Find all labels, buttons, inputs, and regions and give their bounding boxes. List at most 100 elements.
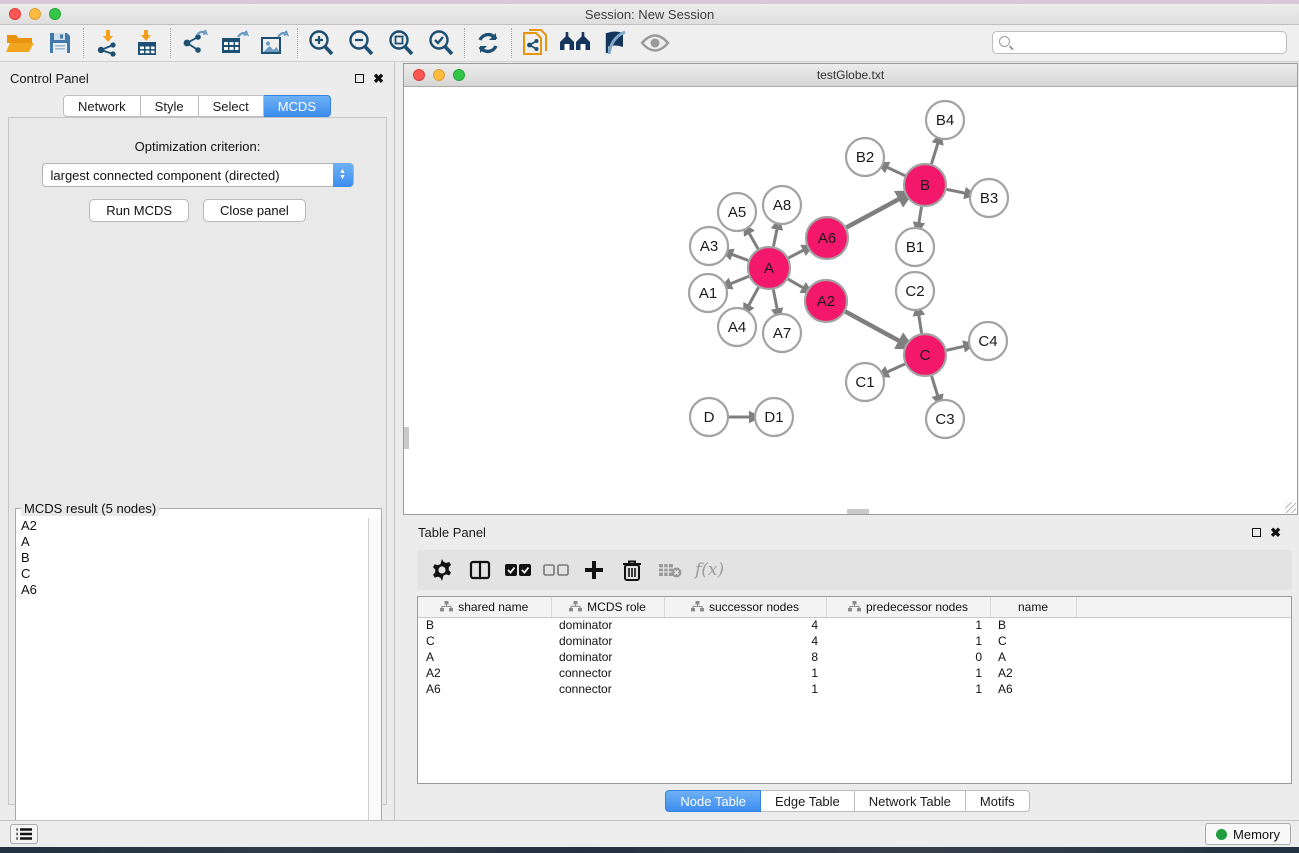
- column-settings-button[interactable]: [429, 557, 455, 583]
- column-header-name[interactable]: name: [990, 597, 1076, 617]
- table-row[interactable]: A2connector11A2: [418, 665, 1291, 681]
- table-cell[interactable]: A: [418, 649, 551, 665]
- select-all-button[interactable]: [505, 557, 531, 583]
- tab-mcds[interactable]: MCDS: [264, 95, 331, 117]
- table-cell[interactable]: 1: [664, 681, 826, 697]
- table-cell[interactable]: B: [418, 617, 551, 633]
- deselect-all-button[interactable]: [543, 557, 569, 583]
- tab-network-table[interactable]: Network Table: [855, 790, 966, 812]
- show-graphics-details-button[interactable]: [635, 26, 675, 60]
- tab-select[interactable]: Select: [199, 95, 264, 117]
- task-history-button[interactable]: [10, 824, 38, 844]
- table-cell[interactable]: connector: [551, 665, 664, 681]
- edge-B-B2[interactable]: [887, 167, 905, 176]
- run-mcds-button[interactable]: Run MCDS: [89, 199, 189, 222]
- edge-A-A7[interactable]: [773, 290, 777, 310]
- table-cell[interactable]: 8: [664, 649, 826, 665]
- node-table[interactable]: shared nameMCDS rolesuccessor nodesprede…: [417, 596, 1292, 784]
- edge-A-A8[interactable]: [773, 228, 777, 246]
- table-cell[interactable]: 1: [826, 633, 990, 649]
- canvas-vertical-scroll-thumb[interactable]: [404, 427, 409, 449]
- zoom-out-button[interactable]: [341, 26, 381, 60]
- result-item[interactable]: A2: [21, 518, 367, 534]
- network-window-titlebar[interactable]: testGlobe.txt: [404, 64, 1297, 87]
- table-cell[interactable]: 0: [826, 649, 990, 665]
- table-cell[interactable]: 4: [664, 633, 826, 649]
- edge-C-C3[interactable]: [932, 376, 938, 396]
- export-image-button[interactable]: [254, 26, 294, 60]
- table-cell[interactable]: dominator: [551, 633, 664, 649]
- edge-A2-C[interactable]: [845, 312, 900, 342]
- apply-layout-button[interactable]: [468, 26, 508, 60]
- export-table-button[interactable]: [214, 26, 254, 60]
- table-cell[interactable]: 4: [664, 617, 826, 633]
- tab-motifs[interactable]: Motifs: [966, 790, 1030, 812]
- search-input[interactable]: [992, 31, 1287, 54]
- table-cell[interactable]: dominator: [551, 617, 664, 633]
- column-header-MCDS-role[interactable]: MCDS role: [551, 597, 664, 617]
- network-graph[interactable]: B4B2BB3A5A8A6A3B1AC2A1A2A4A7CC4C1C3DD1: [404, 87, 1297, 514]
- table-cell[interactable]: 1: [826, 681, 990, 697]
- export-network-button[interactable]: [174, 26, 214, 60]
- create-column-button[interactable]: [581, 557, 607, 583]
- column-header-successor-nodes[interactable]: successor nodes: [664, 597, 826, 617]
- edge-C-C4[interactable]: [946, 346, 964, 350]
- memory-button[interactable]: Memory: [1205, 823, 1291, 845]
- save-session-button[interactable]: [40, 26, 80, 60]
- table-cell[interactable]: 1: [826, 617, 990, 633]
- network-canvas[interactable]: B4B2BB3A5A8A6A3B1AC2A1A2A4A7CC4C1C3DD1: [404, 87, 1297, 514]
- mcds-result-list[interactable]: A2ABCA6: [17, 518, 367, 851]
- float-panel-icon[interactable]: [355, 74, 364, 83]
- column-header-shared-name[interactable]: shared name: [418, 597, 551, 617]
- result-list-scrollbar[interactable]: [368, 518, 381, 851]
- first-neighbors-button[interactable]: [555, 26, 595, 60]
- close-panel-icon[interactable]: ✖: [373, 72, 384, 85]
- close-table-panel-icon[interactable]: ✖: [1270, 526, 1281, 539]
- edge-A-A1[interactable]: [730, 276, 749, 284]
- edge-B-B3[interactable]: [947, 189, 966, 193]
- table-row[interactable]: Cdominator41C: [418, 633, 1291, 649]
- toggle-split-view-button[interactable]: [467, 557, 493, 583]
- zoom-selected-button[interactable]: [421, 26, 461, 60]
- open-file-button[interactable]: [0, 26, 40, 60]
- new-network-from-selection-button[interactable]: [515, 26, 555, 60]
- edge-C-C2[interactable]: [919, 315, 922, 334]
- table-cell[interactable]: dominator: [551, 649, 664, 665]
- table-cell[interactable]: A: [990, 649, 1076, 665]
- table-cell[interactable]: A6: [990, 681, 1076, 697]
- tab-style[interactable]: Style: [141, 95, 199, 117]
- table-cell[interactable]: 1: [664, 665, 826, 681]
- import-network-button[interactable]: [87, 26, 127, 60]
- result-item[interactable]: A: [21, 534, 367, 550]
- edge-C-C1[interactable]: [887, 364, 905, 372]
- table-cell[interactable]: A6: [418, 681, 551, 697]
- table-row[interactable]: Adominator80A: [418, 649, 1291, 665]
- criterion-dropdown[interactable]: largest connected component (directed) ▲…: [42, 163, 354, 187]
- table-row[interactable]: A6connector11A6: [418, 681, 1291, 697]
- edge-A-A2[interactable]: [788, 279, 804, 288]
- table-cell[interactable]: C: [990, 633, 1076, 649]
- delete-columns-button[interactable]: [619, 557, 645, 583]
- zoom-window-button[interactable]: [49, 8, 61, 20]
- close-window-button[interactable]: [9, 8, 21, 20]
- table-cell[interactable]: 1: [826, 665, 990, 681]
- network-zoom-button[interactable]: [453, 69, 465, 81]
- table-row[interactable]: Bdominator41B: [418, 617, 1291, 633]
- edge-A-A5[interactable]: [749, 233, 758, 249]
- table-cell[interactable]: C: [418, 633, 551, 649]
- network-minimize-button[interactable]: [433, 69, 445, 81]
- edge-B-B1[interactable]: [919, 207, 922, 224]
- close-panel-button[interactable]: Close panel: [203, 199, 306, 222]
- edge-B-B4[interactable]: [931, 143, 938, 164]
- import-table-button[interactable]: [127, 26, 167, 60]
- minimize-window-button[interactable]: [29, 8, 41, 20]
- function-builder-button[interactable]: f(x): [695, 557, 724, 583]
- edge-A6-B[interactable]: [846, 198, 900, 227]
- edge-A-A3[interactable]: [731, 254, 748, 260]
- tab-network[interactable]: Network: [63, 95, 141, 117]
- delete-table-button[interactable]: [657, 557, 683, 583]
- table-cell[interactable]: connector: [551, 681, 664, 697]
- node-table-header[interactable]: shared nameMCDS rolesuccessor nodesprede…: [418, 597, 1291, 617]
- table-cell[interactable]: A2: [990, 665, 1076, 681]
- result-item[interactable]: A6: [21, 582, 367, 598]
